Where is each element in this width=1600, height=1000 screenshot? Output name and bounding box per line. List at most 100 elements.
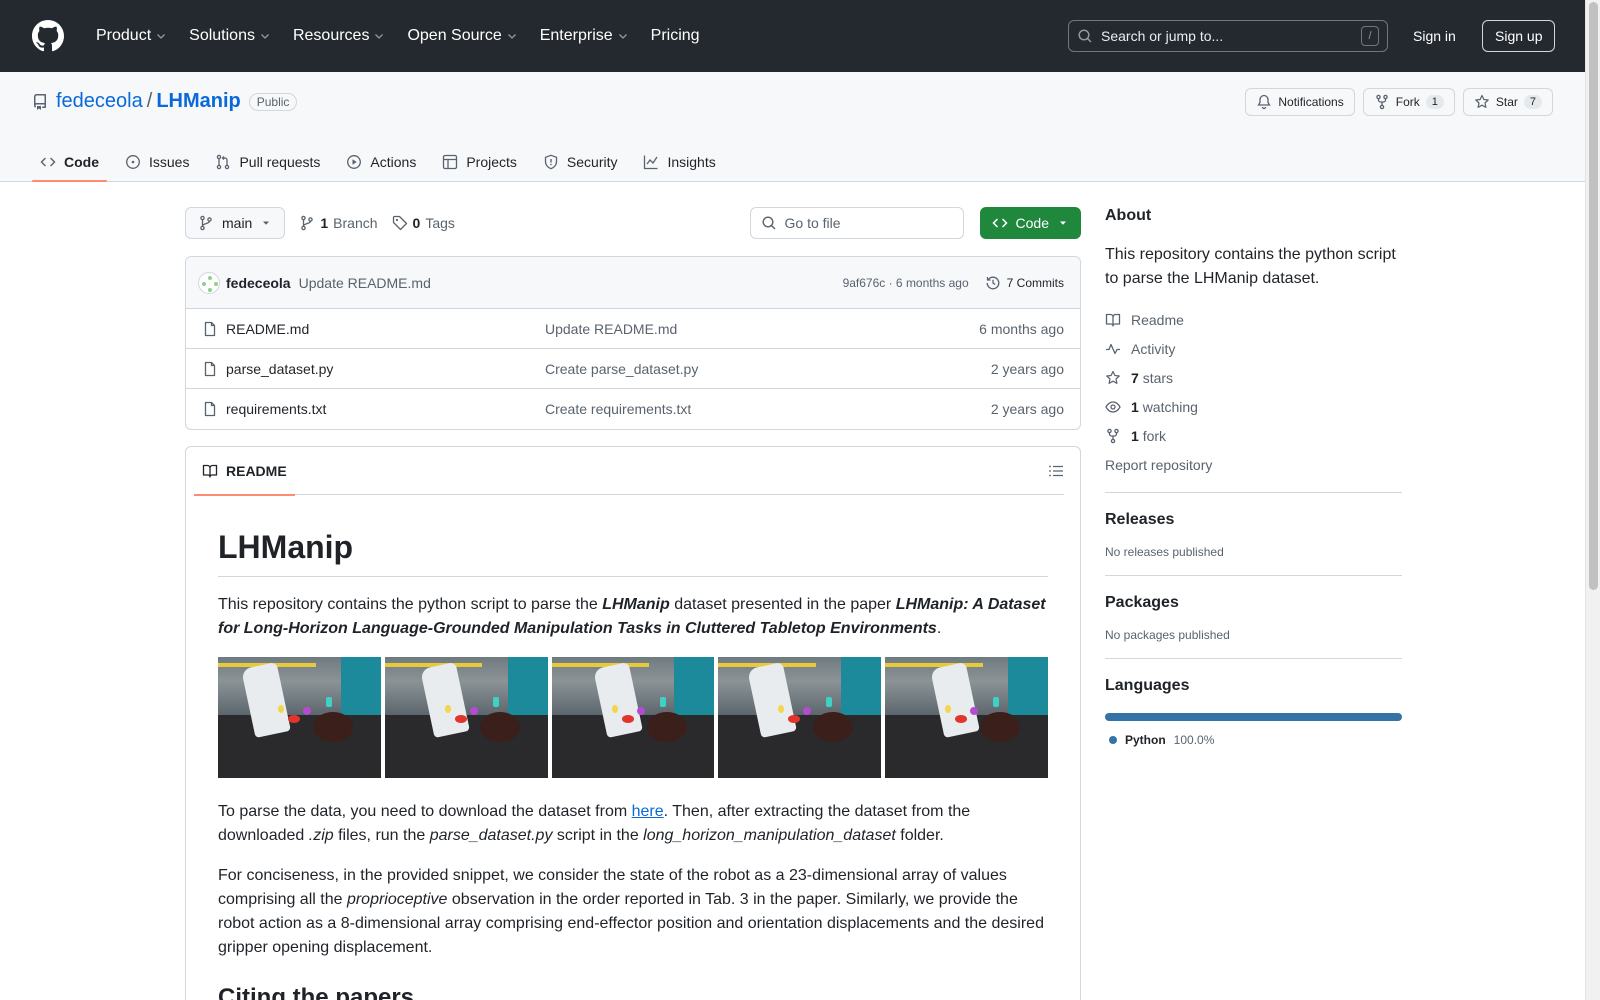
search-input[interactable]: Search or jump to... /: [1068, 20, 1388, 52]
tags-link[interactable]: 0 Tags: [392, 215, 455, 231]
packages-heading[interactable]: Packages: [1105, 594, 1402, 612]
report-repository-link[interactable]: Report repository: [1105, 454, 1402, 476]
search-placeholder: Search or jump to...: [1101, 28, 1224, 44]
language-bar: [1105, 713, 1402, 721]
activity-link[interactable]: Activity: [1105, 334, 1402, 363]
file-date: 2 years ago: [990, 401, 1064, 417]
notifications-button[interactable]: Notifications: [1245, 88, 1355, 116]
file-commit-link[interactable]: Create requirements.txt: [545, 401, 991, 417]
robot-scene-image[interactable]: [384, 657, 548, 778]
robot-scene-image[interactable]: [218, 657, 381, 778]
nav-solutions[interactable]: Solutions: [181, 20, 279, 52]
tab-projects[interactable]: Projects: [434, 141, 525, 182]
commit-author-link[interactable]: fedeceola: [226, 275, 291, 291]
tab-readme[interactable]: README: [194, 447, 295, 496]
file-row[interactable]: requirements.txt Create requirements.txt…: [186, 389, 1080, 429]
search-icon: [762, 216, 776, 230]
file-browser: fedeceola Update README.md 9af676c · 6 m…: [185, 256, 1081, 430]
readme-instructions: To parse the data, you need to download …: [218, 803, 971, 844]
file-row[interactable]: parse_dataset.py Create parse_dataset.py…: [186, 349, 1080, 389]
scrollbar-thumb[interactable]: [1589, 2, 1598, 590]
watchers-link[interactable]: 1 watching: [1105, 392, 1402, 421]
sign-in-link[interactable]: Sign in: [1405, 20, 1464, 52]
history-icon: [986, 276, 1000, 289]
languages-section: Languages Python 100.0%: [1105, 658, 1402, 747]
robot-scene-image[interactable]: [718, 657, 882, 778]
commits-link[interactable]: 7 Commits: [985, 275, 1064, 291]
robot-image-gallery: [218, 657, 1048, 778]
forks-link[interactable]: 1 fork: [1105, 421, 1402, 450]
nav-product[interactable]: Product: [88, 20, 175, 52]
branches-link[interactable]: 1 Branch: [299, 215, 378, 231]
nav-enterprise[interactable]: Enterprise: [532, 20, 637, 52]
file-date: 6 months ago: [979, 320, 1064, 337]
issue-icon: [126, 154, 140, 169]
readme-intro: This repository contains the python scri…: [218, 596, 1046, 637]
pull-request-icon: [217, 154, 230, 169]
code-icon: [991, 218, 1008, 228]
graph-icon: [644, 155, 659, 169]
chevron-down-icon: [261, 34, 269, 39]
bell-icon: [1257, 94, 1272, 110]
releases-empty-text: No releases published: [1105, 545, 1224, 559]
github-logo-icon[interactable]: [32, 20, 64, 52]
file-name-link[interactable]: parse_dataset.py: [226, 361, 333, 377]
file-name-link[interactable]: requirements.txt: [226, 401, 326, 417]
triangle-down-icon: [263, 221, 270, 225]
play-icon: [347, 154, 362, 169]
tab-code[interactable]: Code: [32, 141, 107, 182]
releases-heading[interactable]: Releases: [1105, 511, 1402, 529]
file-commit-link[interactable]: Update README.md: [545, 321, 979, 337]
list-outline-icon[interactable]: [1048, 463, 1064, 479]
readme-panel: README LHManip This repository contains …: [185, 446, 1081, 1000]
repo-name-link[interactable]: LHManip: [156, 90, 240, 113]
chevron-down-icon: [375, 34, 384, 39]
tab-insights[interactable]: Insights: [635, 141, 723, 182]
sign-up-button[interactable]: Sign up: [1482, 20, 1556, 52]
about-sidebar: About This repository contains the pytho…: [1105, 207, 1402, 747]
robot-scene-image[interactable]: [885, 657, 1048, 778]
star-button[interactable]: Star 7: [1462, 88, 1553, 116]
go-to-file-placeholder: Go to file: [784, 215, 841, 231]
dataset-download-link[interactable]: here: [632, 803, 664, 820]
nav-open-source[interactable]: Open Source: [399, 20, 525, 52]
repo-owner-link[interactable]: fedeceola: [56, 90, 143, 113]
tab-pull-requests[interactable]: Pull requests: [207, 141, 328, 182]
go-to-file-input[interactable]: Go to file: [749, 207, 964, 239]
chevron-down-icon: [618, 34, 627, 39]
robot-scene-image[interactable]: [551, 657, 715, 778]
tab-security[interactable]: Security: [535, 141, 626, 182]
tab-issues[interactable]: Issues: [117, 141, 197, 182]
file-name-link[interactable]: README.md: [226, 321, 309, 337]
stars-link[interactable]: 7 stars: [1105, 363, 1402, 392]
readme-title: LHManip: [218, 529, 1048, 577]
main-content: main 1 Branch 0 Tags Go to file Code fed…: [185, 207, 1081, 1000]
nav-pricing[interactable]: Pricing: [643, 20, 708, 52]
page-scrollbar[interactable]: [1585, 0, 1600, 1000]
branch-selector[interactable]: main: [185, 207, 286, 239]
commit-hash-time[interactable]: 9af676c · 6 months ago: [843, 276, 969, 290]
fork-button[interactable]: Fork 1: [1362, 88, 1455, 116]
repo-title: fedeceola / LHManip Public: [32, 90, 298, 113]
book-icon: [202, 464, 218, 478]
code-button[interactable]: Code: [979, 207, 1081, 239]
file-row[interactable]: README.md Update README.md 6 months ago: [186, 309, 1080, 349]
global-header: Product Solutions Resources Open Source …: [0, 0, 1585, 72]
chevron-down-icon: [157, 34, 166, 39]
search-icon: [1078, 29, 1092, 43]
commit-message-link[interactable]: Update README.md: [299, 275, 431, 291]
language-item-python[interactable]: Python 100.0%: [1105, 733, 1402, 747]
readme-citing-heading: Citing the papers: [218, 984, 415, 1000]
notifications-label: Notifications: [1278, 95, 1344, 109]
avatar[interactable]: [198, 271, 220, 294]
file-commit-link[interactable]: Create parse_dataset.py: [545, 361, 991, 377]
tab-actions[interactable]: Actions: [338, 141, 424, 182]
releases-section: Releases No releases published: [1105, 492, 1402, 559]
repo-separator: /: [146, 90, 153, 112]
readme-link[interactable]: Readme: [1105, 305, 1402, 334]
nav-resources[interactable]: Resources: [285, 20, 393, 52]
book-icon: [1105, 313, 1121, 327]
fork-icon: [1107, 428, 1119, 443]
readme-header: README: [194, 447, 1064, 496]
fork-icon: [1375, 94, 1388, 110]
